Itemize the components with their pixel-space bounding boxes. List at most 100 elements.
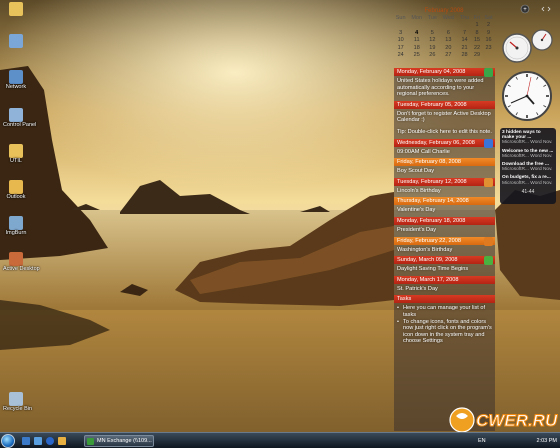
event-date-header[interactable]: Monday, February 18, 2008 [394,216,495,225]
internet-explorer-icon[interactable] [46,437,54,445]
calendar-day[interactable]: 7 [457,30,472,37]
calendar-day[interactable]: 14 [457,37,472,44]
calendar-day[interactable]: 5 [425,30,440,37]
desktop-icon[interactable]: UTIL [3,144,29,164]
calendar-day[interactable]: 21 [457,45,472,52]
calendar-day[interactable]: 23 [482,45,495,52]
calendar-day [482,52,495,59]
calendar-day[interactable]: 10 [393,37,408,44]
feed-headline[interactable]: On budgets, fix a re... MicrosoftR... Wor… [502,175,554,185]
desktop-icon-label: Recycle Bin [3,406,33,412]
switch-windows-icon[interactable] [34,437,42,445]
calendar-day [393,22,408,29]
feed-source: MicrosoftR... Word Nov. [502,140,553,146]
calendar-day [408,22,425,29]
calendar-day[interactable]: 1 [472,22,482,29]
event-note[interactable]: Tip: Double-click here to edit this note… [394,127,495,139]
taskbar-window-label: MN Exchange (\\109... [97,438,152,444]
event-date-header[interactable]: Monday, February 04, 2008 [394,68,495,77]
calendar-day[interactable]: 17 [393,45,408,52]
calendar-day[interactable]: 25 [408,52,425,59]
calendar-day[interactable]: 29 [472,52,482,59]
calendar-day[interactable]: 22 [472,45,482,52]
recycle-bin-icon [9,392,23,406]
calendar-month-title[interactable]: February 2008 [393,8,495,14]
outlook-icon [9,180,23,194]
event-note[interactable]: Daylight Saving Time Begins [394,264,495,276]
event-date-header[interactable]: Monday, March 17, 2008 [394,275,495,284]
event-note[interactable]: Valentine's Day [394,205,495,217]
calendar-day[interactable]: 26 [425,52,440,59]
tasks-header[interactable]: Tasks [394,295,495,304]
calendar-day[interactable]: 4 [408,30,425,37]
calendar-day[interactable]: 13 [440,37,458,44]
calendar-day[interactable]: 15 [472,37,482,44]
desktop-icon[interactable]: Control Panel [3,108,36,128]
calendar-day[interactable]: 2 [482,22,495,29]
event-note[interactable]: United States holidays were added automa… [394,76,495,101]
calendar-day[interactable]: 11 [408,37,425,44]
show-desktop-icon[interactable] [22,437,30,445]
calendar-day [425,22,440,29]
calendar-day[interactable]: 18 [408,45,425,52]
user-folder-icon [9,2,23,16]
calendar-day[interactable]: 12 [425,37,440,44]
event-note[interactable]: St. Patrick's Day [394,284,495,296]
feed-headline[interactable]: Download the free ... MicrosoftR... Word … [502,162,554,172]
calendar-day[interactable]: 28 [457,52,472,59]
calendar-day[interactable]: 16 [482,37,495,44]
event-note[interactable]: Washington's Birthday [394,245,495,257]
event-date-header[interactable]: Wednesday, February 06, 2008 [394,138,495,148]
feed-headline[interactable]: 3 hidden ways to make your ... MicrosoftR… [502,130,554,146]
desktop-icon[interactable]: Active Desktop [3,252,40,272]
desktop-icon[interactable]: ImgBurn [3,216,29,236]
taskbar-window-button[interactable]: MN Exchange (\\109... [84,435,154,447]
tray-clock[interactable]: 2:03 PM [537,434,557,448]
event-list-panel[interactable]: Monday, February 04, 2008 United States h… [394,68,495,431]
event-category-icon [484,236,493,246]
language-indicator[interactable]: EN [478,434,486,448]
event-note[interactable]: 09:00AM Call Charlie [394,147,495,159]
calendar-day[interactable]: 24 [393,52,408,59]
event-date-header[interactable]: Tuesday, February 12, 2008 [394,177,495,187]
desktop-icon[interactable] [3,34,29,48]
event-note[interactable]: Boy Scout Day [394,166,495,178]
feed-headlines-gadget[interactable]: 3 hidden ways to make your ... MicrosoftR… [500,128,556,204]
event-date-header[interactable]: Friday, February 08, 2008 [394,158,495,167]
event-note[interactable]: President's Day [394,225,495,237]
feed-headline[interactable]: Welcome to the new ... MicrosoftR... Word… [502,149,554,159]
folder-icon [9,144,23,158]
cpu-meter-gadget[interactable] [500,28,555,64]
clock-gadget[interactable] [501,70,553,122]
desktop-icon[interactable]: Recycle Bin [3,392,33,412]
calendar-day[interactable]: 8 [472,30,482,37]
desktop-icon[interactable]: Outlook [3,180,29,200]
calendar-app-icon [9,252,23,266]
calendar-day[interactable]: 9 [482,30,495,37]
calendar-day[interactable]: 19 [425,45,440,52]
desktop-icon[interactable]: Network [3,70,29,90]
task-item[interactable]: Here you can manage your list of tasks [397,305,492,318]
feed-title: 3 hidden ways to make your ... [502,130,541,141]
desktop-icon[interactable] [3,2,29,16]
event-date-header[interactable]: Thursday, February 14, 2008 [394,197,495,206]
folder-icon[interactable] [58,437,66,445]
event-date-label: Tuesday, February 05, 2008 [397,101,467,108]
calendar-day[interactable]: 6 [440,30,458,37]
calendar-day[interactable]: 27 [440,52,458,59]
sidebar-controls[interactable]: + [520,4,554,14]
event-note[interactable]: Don't forget to register Active Desktop … [394,109,495,127]
task-item[interactable]: To change icons, fonts and colors now ju… [397,319,492,345]
event-date-header[interactable]: Tuesday, February 05, 2008 [394,100,495,109]
event-category-icon [484,177,493,187]
calendar-day [457,22,472,29]
calendar-grid: Sun Mon Tue Wed Thu Fri Sat 1 2 3 4 5 6 7 8 9 10 11 12 13 1… [393,15,495,59]
start-button[interactable] [1,434,15,448]
event-note[interactable]: Lincoln's Birthday [394,186,495,198]
feed-pager[interactable]: 41-44 [502,189,554,195]
event-date-header[interactable]: Friday, February 22, 2008 [394,236,495,246]
calendar-day[interactable]: 20 [440,45,458,52]
weekday-label: Tue [427,15,437,21]
event-date-header[interactable]: Sunday, March 09, 2008 [394,256,495,266]
calendar-day[interactable]: 3 [393,30,408,37]
